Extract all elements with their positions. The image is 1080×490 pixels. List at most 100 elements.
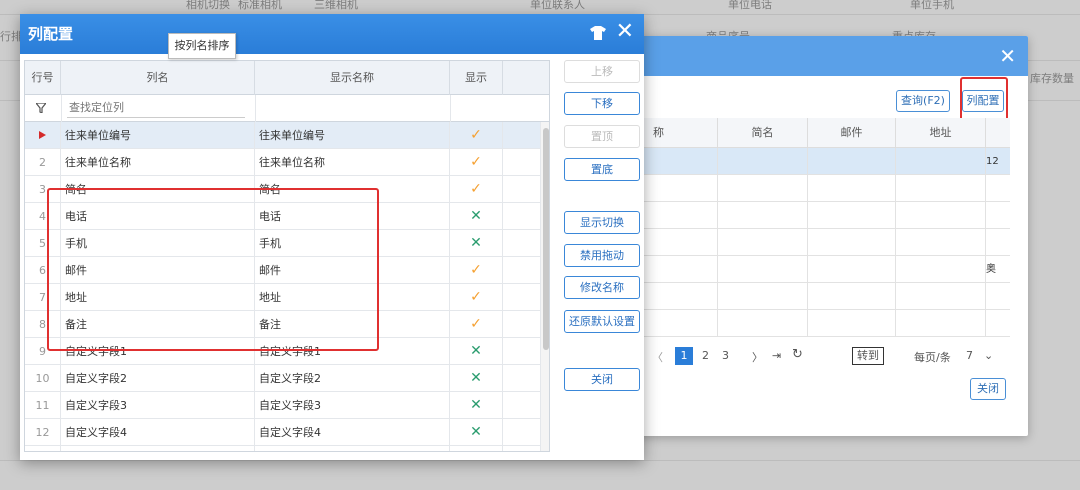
show-toggle-cell[interactable]: ✓ — [450, 257, 503, 284]
cross-icon[interactable]: ✕ — [470, 343, 482, 359]
cross-icon[interactable]: ✕ — [470, 235, 482, 251]
column-name-cell[interactable]: 自定义字段5 — [61, 446, 255, 451]
dialog-title: 列配置 — [28, 25, 74, 43]
cell-fragment: 12 — [986, 156, 999, 167]
page-3[interactable]: 3 — [722, 349, 729, 362]
row-number: 12 — [25, 419, 61, 446]
cross-icon[interactable]: ✕ — [470, 451, 482, 452]
last-page-icon[interactable]: ⇥ — [772, 349, 781, 362]
table-row[interactable]: 往来单位编号 往来单位编号 ✓ — [25, 122, 541, 149]
scrollbar[interactable] — [541, 122, 549, 451]
show-toggle-cell[interactable]: ✕ — [450, 230, 503, 257]
query-button[interactable]: 查询(F2) — [896, 90, 950, 112]
display-name-cell[interactable]: 往来单位名称 — [255, 149, 450, 176]
display-name-cell[interactable]: 自定义字段4 — [255, 419, 450, 446]
table-row[interactable]: 13自定义字段5自定义字段5✕ — [25, 446, 541, 452]
show-toggle-cell[interactable]: ✓ — [450, 311, 503, 338]
show-toggle-cell[interactable]: ✓ — [450, 284, 503, 311]
close-button[interactable]: 关闭 — [564, 368, 640, 391]
display-name-cell[interactable]: 往来单位编号 — [255, 122, 450, 149]
cross-icon[interactable]: ✕ — [470, 208, 482, 224]
cell-fragment: 奥 — [986, 264, 996, 275]
per-page-label: 每页/条 — [914, 351, 951, 364]
restore-default-button[interactable]: 还原默认设置 — [564, 310, 640, 333]
checkmark-icon[interactable]: ✓ — [470, 262, 482, 278]
cross-icon[interactable]: ✕ — [470, 370, 482, 386]
show-toggle-cell[interactable]: ✕ — [450, 446, 503, 452]
table-row[interactable]: 10 自定义字段2 自定义字段2 ✕ — [25, 365, 541, 392]
show-toggle-cell[interactable]: ✕ — [450, 392, 503, 419]
filter-icon[interactable] — [36, 103, 46, 113]
col-header-row-no: 行号 — [25, 61, 61, 95]
cross-icon[interactable]: ✕ — [470, 397, 482, 413]
show-toggle-cell[interactable]: ✓ — [450, 149, 503, 176]
show-toggle-cell[interactable]: ✕ — [450, 203, 503, 230]
column-name-cell[interactable]: 往来单位名称 — [61, 149, 255, 176]
table-row[interactable] — [600, 310, 1010, 337]
close-icon[interactable]: ✕ — [999, 44, 1016, 68]
next-page-icon[interactable]: 〉 — [752, 349, 763, 365]
page-1[interactable]: 1 — [675, 347, 693, 365]
column-name-cell[interactable]: 往来单位编号 — [61, 122, 255, 149]
current-row-arrow-icon — [39, 131, 46, 139]
table-row[interactable] — [600, 283, 1010, 310]
goto-button[interactable]: 转到 — [852, 347, 884, 365]
show-toggle-cell[interactable]: ✕ — [450, 365, 503, 392]
table-row[interactable] — [600, 175, 1010, 202]
move-bottom-button[interactable]: 置底 — [564, 158, 640, 181]
table-row[interactable]: 12 — [600, 148, 1010, 175]
table-row[interactable]: 奥 — [600, 256, 1010, 283]
show-toggle-cell[interactable]: ✕ — [450, 419, 503, 446]
checkmark-icon[interactable]: ✓ — [470, 127, 482, 143]
col-header-show[interactable]: 显示 — [450, 61, 503, 95]
shirt-icon[interactable] — [590, 26, 606, 40]
refresh-icon[interactable]: ↻ — [792, 347, 803, 362]
table-row[interactable] — [600, 202, 1010, 229]
disable-drag-button[interactable]: 禁用拖动 — [564, 244, 640, 267]
display-name-cell[interactable]: 自定义字段3 — [255, 392, 450, 419]
filter-row — [25, 95, 549, 122]
move-up-button[interactable]: 上移 — [564, 60, 640, 83]
cross-icon[interactable]: ✕ — [470, 424, 482, 440]
column-name-cell[interactable]: 自定义字段4 — [61, 419, 255, 446]
back-col-header: 简名 — [718, 118, 808, 147]
column-search-input[interactable] — [67, 98, 245, 118]
table-row[interactable] — [600, 229, 1010, 256]
checkmark-icon[interactable]: ✓ — [470, 181, 482, 197]
checkmark-icon[interactable]: ✓ — [470, 316, 482, 332]
back-table: 称 简名 邮件 地址 12 奥 — [600, 118, 1010, 337]
column-config-dialog: 列配置 ✕ 行号 列名 显示名称 显示 往来单位编号往来单位编号✓2往来单位名称… — [20, 14, 644, 460]
chevron-down-icon[interactable]: ⌄ — [984, 349, 993, 362]
col-header-name[interactable]: 列名 — [61, 61, 255, 95]
scroll-thumb[interactable] — [543, 128, 549, 350]
row-number: 10 — [25, 365, 61, 392]
column-name-cell[interactable]: 自定义字段2 — [61, 365, 255, 392]
table-row[interactable]: 11 自定义字段3 自定义字段3 ✕ — [25, 392, 541, 419]
display-name-cell[interactable]: 自定义字段5 — [255, 446, 450, 451]
page-2[interactable]: 2 — [702, 349, 709, 362]
rename-button[interactable]: 修改名称 — [564, 276, 640, 299]
checkmark-icon[interactable]: ✓ — [470, 154, 482, 170]
per-page-value[interactable]: 7 — [966, 349, 973, 362]
back-close-button[interactable]: 关闭 — [970, 378, 1006, 400]
column-name-cell[interactable]: 自定义字段3 — [61, 392, 255, 419]
display-name-cell[interactable]: 自定义字段2 — [255, 365, 450, 392]
table-row[interactable]: 2 往来单位名称 往来单位名称 ✓ — [25, 149, 541, 176]
move-down-button[interactable]: 下移 — [564, 92, 640, 115]
row-number — [25, 122, 61, 149]
close-icon[interactable]: ✕ — [616, 20, 634, 44]
row-number: 11 — [25, 392, 61, 419]
back-col-header: 邮件 — [808, 118, 896, 147]
prev-page-icon[interactable]: 〈 — [652, 349, 663, 365]
show-toggle-cell[interactable]: ✓ — [450, 122, 503, 149]
show-toggle-cell[interactable]: ✕ — [450, 338, 503, 365]
toggle-show-button[interactable]: 显示切换 — [564, 211, 640, 234]
checkmark-icon[interactable]: ✓ — [470, 289, 482, 305]
move-top-button[interactable]: 置顶 — [564, 125, 640, 148]
col-header-display[interactable]: 显示名称 — [255, 61, 450, 95]
table-row[interactable]: 12 自定义字段4 自定义字段4 ✕ — [25, 419, 541, 446]
grid-header: 行号 列名 显示名称 显示 — [25, 61, 549, 95]
back-dialog-header: ✕ — [600, 36, 1028, 76]
show-toggle-cell[interactable]: ✓ — [450, 176, 503, 203]
back-table-header: 称 简名 邮件 地址 — [600, 118, 1010, 148]
